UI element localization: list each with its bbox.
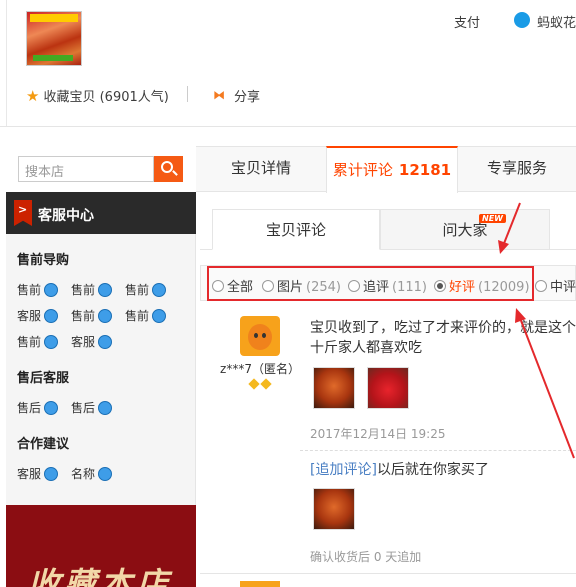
new-badge: NEW: [479, 214, 506, 223]
wangwang-icon: [44, 401, 59, 415]
radio-icon: [535, 280, 547, 292]
wangwang-icon: [152, 283, 167, 297]
divider: [187, 86, 188, 102]
service-center-title: 客服中心: [38, 208, 94, 224]
dashed-divider: [300, 450, 576, 451]
search-button[interactable]: [154, 156, 183, 182]
shop-search-input[interactable]: 搜本店: [18, 156, 154, 182]
followup-photo[interactable]: [313, 488, 355, 530]
presale-title: 售前导购: [17, 253, 70, 268]
favorite-shop-banner[interactable]: 收藏本店: [6, 505, 196, 587]
service-center-header: > 客服中心: [6, 192, 196, 234]
cs-presale-4[interactable]: 客服: [17, 307, 59, 324]
cs-presale-8[interactable]: 客服: [71, 333, 113, 350]
product-thumbnail[interactable]: [26, 11, 82, 66]
favorite-button[interactable]: ★ 收藏宝贝 (6901人气): [26, 86, 169, 105]
cs-presale-1[interactable]: 售前: [17, 281, 59, 298]
wangwang-icon: [152, 309, 167, 323]
tab-reviews[interactable]: 累计评论 12181: [326, 146, 458, 193]
share-icon: ⧓: [213, 88, 225, 102]
review-photo[interactable]: [313, 367, 355, 409]
coop-title: 合作建议: [17, 437, 70, 452]
tab-exclusive[interactable]: 专享服务: [458, 146, 576, 192]
review-date: 2017年12月14日 19:25: [310, 427, 446, 441]
wangwang-icon: [44, 309, 59, 323]
cs-aftersale-2[interactable]: 售后: [71, 399, 113, 416]
avatar: [240, 316, 280, 356]
wangwang-icon: [44, 283, 59, 297]
alipay-label[interactable]: 蚂蚁花: [537, 12, 576, 31]
tab-item-reviews[interactable]: 宝贝评论: [212, 209, 380, 250]
review-photo[interactable]: [367, 367, 409, 409]
review-username: z***7（匿名）: [220, 362, 300, 376]
wangwang-icon: [98, 309, 113, 323]
wangwang-icon: [44, 335, 59, 349]
wangwang-icon: [98, 401, 113, 415]
tab-detail[interactable]: 宝贝详情: [196, 146, 326, 192]
share-button[interactable]: 分享: [234, 86, 260, 105]
page-border: [6, 0, 7, 126]
review-text: 宝贝收到了，吃过了才来评价的，就是这个十斤家人都喜欢吃: [310, 320, 576, 356]
header-divider: [0, 126, 576, 127]
wangwang-icon: [98, 335, 113, 349]
followup-review: [追加评论]以后就在你家买了: [310, 462, 489, 478]
alipay-icon: [514, 12, 530, 28]
reviews-count: 12181: [398, 161, 452, 179]
fav-count: (6901人气): [99, 90, 169, 105]
tab-ask[interactable]: 问大家: [380, 209, 550, 250]
cs-presale-5[interactable]: 售前: [71, 307, 113, 324]
level-icon: [260, 378, 272, 390]
wangwang-icon: [98, 283, 113, 297]
star-icon: ★: [26, 87, 40, 105]
wangwang-icon: [44, 467, 59, 481]
cs-presale-7[interactable]: 售前: [17, 333, 59, 350]
cs-aftersale-1[interactable]: 售后: [17, 399, 59, 416]
annotation-box: [207, 266, 534, 301]
cs-coop-2[interactable]: 名称: [71, 465, 113, 482]
fav-label: 收藏宝贝: [43, 90, 96, 105]
cs-presale-3[interactable]: 售前: [125, 281, 167, 298]
avatar: [240, 581, 280, 587]
pay-label[interactable]: 支付: [454, 12, 480, 31]
filter-neutral[interactable]: 中评: [535, 276, 576, 295]
cs-presale-6[interactable]: 售前: [125, 307, 167, 324]
review-divider: [200, 573, 576, 574]
wangwang-icon: [98, 467, 113, 481]
cs-coop-1[interactable]: 客服: [17, 465, 59, 482]
service-badge-icon: >: [14, 200, 32, 226]
cs-presale-2[interactable]: 售前: [71, 281, 113, 298]
level-icon: [248, 378, 260, 390]
confirm-note: 确认收货后 0 天追加: [310, 550, 422, 564]
aftersale-title: 售后客服: [17, 371, 70, 386]
